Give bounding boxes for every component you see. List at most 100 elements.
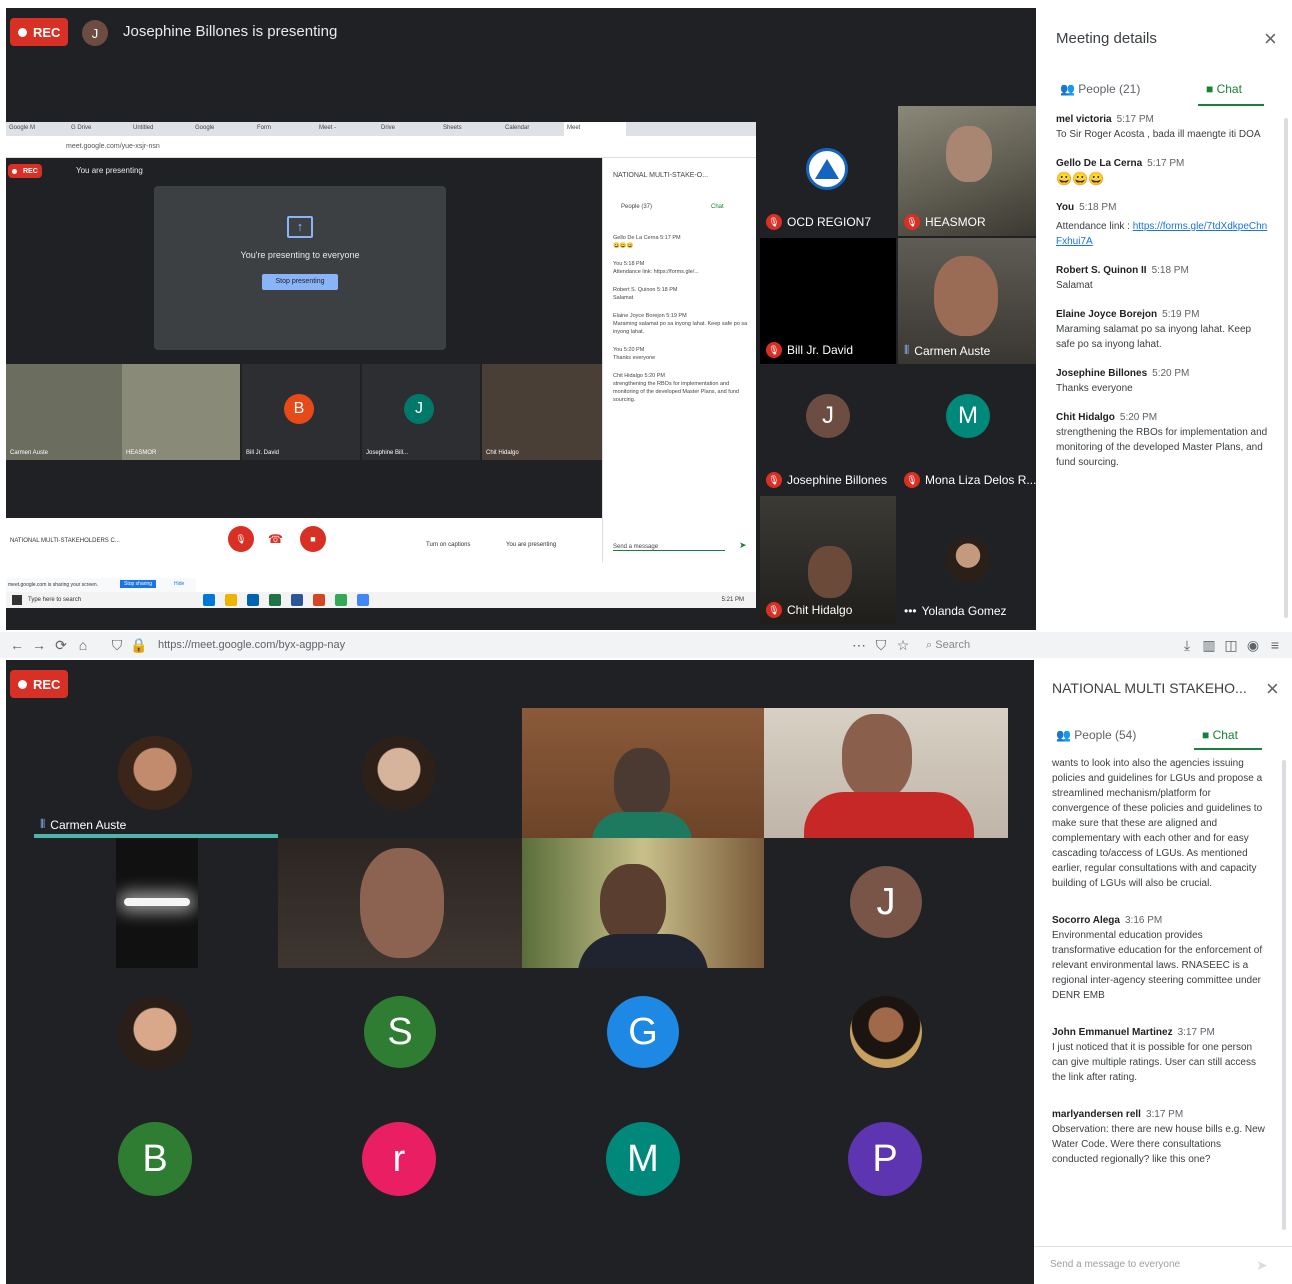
more-icon[interactable]: ••• [904,604,917,618]
chat-input[interactable]: Send a message to everyone ➤ [1034,1246,1292,1284]
menu-icon[interactable]: ≡ [1264,637,1286,653]
taskbar-word-icon[interactable] [291,594,303,606]
chat-text: Thanks everyone [1056,383,1133,394]
reload-icon[interactable]: ⟳ [50,637,72,654]
download-icon[interactable]: ⤓ [1176,637,1198,654]
tile-participant-photo [34,968,278,1098]
presenting-card-text: You're presenting to everyone [240,250,360,260]
top-meeting-details-panel: Meeting details × 👥 People (21) ■ Chat m… [1036,8,1292,630]
tile-yolanda-gomez: ••• Yolanda Gomez [898,496,1036,624]
taskbar-excel-icon[interactable] [269,594,281,606]
inner-chat-text: Salamat [613,295,634,301]
taskbar-chrome-icon[interactable] [335,594,347,606]
start-icon[interactable] [12,595,22,605]
inner-tab[interactable]: Form [254,122,316,136]
screenshot-root: REC J Josephine Billones is presenting G… [0,0,1292,1284]
browser-search-field[interactable]: ⌕ Search [926,639,1176,652]
inner-chat-message: Elaine Joyce Borejon 5:19 PM Maraming sal… [613,312,749,336]
ocd-logo-icon [806,148,848,190]
tile-participant-photo [278,708,522,838]
bookmark-star-icon[interactable]: ☆ [892,637,914,654]
inner-tab[interactable]: Sheets [440,122,502,136]
chat-tab[interactable]: ■ Chat [1206,82,1242,96]
inner-hangup-button[interactable]: ☎ [268,532,283,546]
inner-tab[interactable]: Google M [6,122,68,136]
taskbar-edge-icon[interactable] [203,594,215,606]
sidebar-icon[interactable]: ◫ [1220,637,1242,654]
tile-name: 🎙 HEASMOR [904,214,986,230]
inner-tab[interactable]: G Drive [68,122,130,136]
pocket-icon[interactable]: ⛉ [870,637,892,654]
people-tab[interactable]: 👥 People (21) [1060,82,1140,96]
chat-scrollbar[interactable] [1282,760,1286,1230]
taskbar-folder-icon[interactable] [225,594,237,606]
tile-carmen-auste: ⦀ Carmen Auste [34,708,278,838]
inner-tab[interactable]: Meet - [316,122,378,136]
inner-cam-button[interactable]: ■ [300,526,326,552]
tile-name: 🎙 Mona Liza Delos R... [904,472,1036,488]
stop-sharing-button[interactable]: Stop sharing [120,580,157,588]
page-actions-icon[interactable]: ⋯ [848,637,870,654]
chat-tab[interactable]: ■ Chat [1202,728,1238,742]
chat-sender: Socorro Alega [1052,915,1120,926]
inner-mic-button[interactable]: 🎙 [228,526,254,552]
close-icon[interactable]: × [1266,678,1279,700]
inner-chat-text: 😀😀😀 [613,243,634,249]
back-icon[interactable]: ← [6,637,28,653]
library-icon[interactable]: ▥ [1198,637,1220,654]
inner-tab[interactable]: Untitled [130,122,192,136]
tile-name: 🎙 OCD REGION7 [766,214,871,230]
inner-tab[interactable]: Google [192,122,254,136]
speaking-icon: ⦀ [40,817,46,831]
taskbar-app-icon[interactable] [357,594,369,606]
inner-thumb-name: HEASMOR [126,450,157,456]
tile-initial: r [278,1098,522,1222]
inner-chat-message: You 5:18 PM Attendance link: https://form… [613,260,749,276]
home-icon[interactable]: ⌂ [72,637,94,653]
inner-chat-input[interactable]: Send a message [613,544,725,551]
inner-send-icon[interactable]: ➤ [739,540,747,551]
profile-photo [946,538,990,582]
inner-chat-message: Chit Hidalgo 5:20 PM strengthening the RB… [613,372,749,404]
presenter-avatar: J [82,20,108,46]
inner-tab[interactable]: Drive [378,122,440,136]
tile-initial: B [34,1098,278,1222]
send-icon[interactable]: ➤ [1256,1257,1268,1274]
taskbar-search[interactable]: Type here to search [28,597,198,603]
chat-scrollbar[interactable] [1284,118,1288,618]
account-icon[interactable]: ◉ [1242,637,1264,654]
tile-initial: P [764,1098,1008,1222]
inner-present-button[interactable]: You are presenting [506,542,556,548]
chat-sender: Elaine Joyce Borejon [1056,309,1158,320]
people-tab[interactable]: 👥 People (54) [1056,728,1136,742]
inner-tab[interactable]: Calendar [502,122,564,136]
inner-chat-sender: Robert S. Quinon [613,287,656,293]
chat-sender: Chit Hidalgo [1056,412,1115,423]
person-silhouette [934,256,998,336]
taskbar-ppt-icon[interactable] [313,594,325,606]
tile-name: ⦀ Carmen Auste [904,343,990,358]
lock-icon: 🔒 [130,636,148,653]
chat-text: 😀😀😀 [1056,171,1105,186]
inner-captions-button[interactable]: Turn on captions [426,542,470,548]
inner-address-text[interactable]: meet.google.com/yue-xsjr-nsn [66,143,160,150]
inner-people-tab[interactable]: People (37) [621,204,652,210]
inner-chat-tab[interactable]: Chat [711,204,724,210]
address-bar[interactable]: https://meet.google.com/byx-agpp-nay [158,639,848,651]
tile-chit-hidalgo: 🎙 Chit Hidalgo [760,496,896,624]
inner-tab[interactable]: Meet [564,122,626,136]
panel-title: NATIONAL MULTI STAKEHO... [1052,680,1247,696]
taskbar-store-icon[interactable] [247,594,259,606]
close-icon[interactable]: × [1264,28,1277,50]
profile-photo [362,736,436,810]
browser-toolbar: ← → ⟳ ⌂ ⛉ 🔒 https://meet.google.com/byx-… [0,632,1292,658]
tile-light-video [116,838,198,968]
hide-button[interactable]: Hide [174,581,184,587]
inner-thumb: HEASMOR [122,364,240,460]
people-tab-label: People (54) [1074,728,1137,742]
windows-taskbar: Type here to search 5:21 PM [6,592,756,608]
forward-icon[interactable]: → [28,637,50,653]
inner-chat-sender: Elaine Joyce Borejon [613,313,665,319]
stop-presenting-button[interactable]: Stop presenting [262,274,338,290]
inner-control-bar: NATIONAL MULTI-STAKEHOLDERS C... 🎙 ☎ ■ T… [6,518,602,562]
